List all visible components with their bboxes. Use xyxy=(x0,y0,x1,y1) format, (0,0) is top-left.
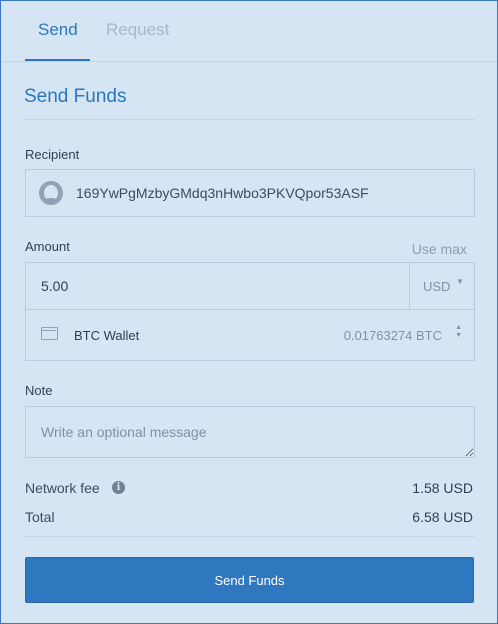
send-funds-button[interactable]: Send Funds xyxy=(25,557,474,603)
recipient-label: Recipient xyxy=(25,147,80,162)
currency-value: USD xyxy=(423,279,451,294)
tab-bar: Send Request xyxy=(1,1,497,62)
amount-group: 5.00 USD ▼ BTC Wallet 0.01763274 BTC ▲ ▼ xyxy=(25,262,475,361)
avatar-icon xyxy=(39,181,63,205)
info-icon[interactable]: i xyxy=(112,481,125,494)
network-fee-label: Network fee xyxy=(25,480,100,496)
use-max-link[interactable]: Use max xyxy=(412,241,467,257)
send-funds-panel: Send Request Send Funds Recipient 169YwP… xyxy=(0,0,498,624)
note-label: Note xyxy=(25,383,53,398)
amount-value[interactable]: 5.00 xyxy=(41,278,68,294)
currency-select[interactable]: USD ▼ xyxy=(410,263,474,309)
recipient-field[interactable]: 169YwPgMzbyGMdq3nHwbo3PKVQpor53ASF xyxy=(25,169,475,217)
tab-request[interactable]: Request xyxy=(106,18,169,42)
network-fee-value: 1.58 USD xyxy=(412,480,473,496)
send-funds-button-label: Send Funds xyxy=(214,573,285,588)
total-label: Total xyxy=(25,509,55,525)
chevron-down-icon: ▼ xyxy=(456,277,464,286)
amount-input[interactable]: 5.00 xyxy=(26,263,410,309)
wallet-select[interactable]: BTC Wallet 0.01763274 BTC ▲ ▼ xyxy=(26,310,474,360)
note-input[interactable] xyxy=(26,407,474,457)
active-tab-indicator xyxy=(25,59,90,61)
wallet-name: BTC Wallet xyxy=(74,328,140,343)
tab-send[interactable]: Send xyxy=(38,18,78,42)
title-divider xyxy=(25,119,475,120)
recipient-address[interactable]: 169YwPgMzbyGMdq3nHwbo3PKVQpor53ASF xyxy=(76,185,369,201)
total-value: 6.58 USD xyxy=(412,509,473,525)
page-title: Send Funds xyxy=(24,86,127,107)
updown-icon: ▲ ▼ xyxy=(455,324,462,339)
note-field xyxy=(25,406,475,458)
wallet-balance: 0.01763274 BTC xyxy=(343,328,442,343)
total-divider xyxy=(25,536,475,537)
wallet-icon xyxy=(41,327,58,340)
amount-label: Amount xyxy=(25,239,70,254)
